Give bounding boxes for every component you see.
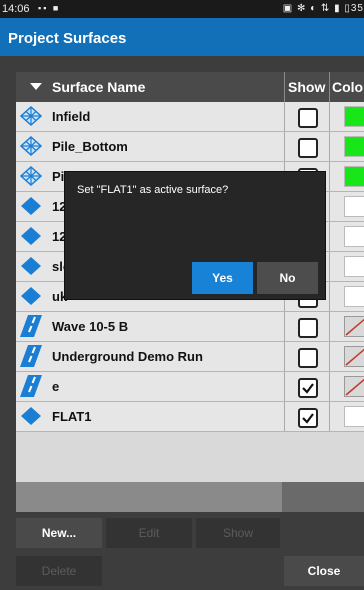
surface-name: Pile_Bottom	[52, 139, 128, 154]
color-swatch[interactable]	[344, 106, 364, 127]
solid-diamond-icon	[19, 255, 43, 277]
dialog-message: Set "FLAT1" as active surface?	[77, 184, 229, 196]
color-swatch[interactable]	[344, 346, 364, 367]
color-swatch[interactable]	[344, 256, 364, 277]
road-icon	[19, 315, 43, 337]
show-button[interactable]: Show	[196, 518, 280, 548]
color-swatch[interactable]	[344, 406, 364, 427]
road-icon	[19, 375, 43, 397]
surface-name: Wave 10-5 B	[52, 319, 129, 334]
status-bar: 14:06 ▪▪ ■ ▣ ✻ ◐ ⇅ ▮ ▯35	[0, 0, 364, 18]
show-checkbox[interactable]	[298, 108, 318, 128]
solid-diamond-icon	[19, 405, 43, 427]
column-header-show[interactable]: Show	[288, 72, 325, 102]
table-row[interactable]: Infield	[16, 102, 364, 132]
show-checkbox[interactable]	[298, 138, 318, 158]
column-divider	[284, 132, 285, 161]
column-divider	[284, 72, 285, 102]
column-divider	[284, 312, 285, 341]
surface-name: Infield	[52, 109, 91, 124]
table-header: Surface Name Show Colo	[16, 72, 364, 102]
horizontal-scrollbar[interactable]	[16, 482, 364, 512]
color-swatch[interactable]	[344, 166, 364, 187]
new-button[interactable]: New...	[16, 518, 102, 548]
surface-name: FLAT1	[52, 409, 92, 424]
column-divider	[329, 222, 330, 251]
confirm-dialog: Set "FLAT1" as active surface? Yes No	[64, 171, 326, 300]
column-divider	[329, 282, 330, 311]
table-row[interactable]: Wave 10-5 B	[16, 312, 364, 342]
solid-diamond-icon	[19, 225, 43, 247]
surface-name: Pi	[52, 169, 65, 184]
column-divider	[329, 342, 330, 371]
grid-diamond-icon	[19, 165, 43, 187]
no-button[interactable]: No	[257, 262, 318, 294]
table-row[interactable]: e	[16, 372, 364, 402]
close-button[interactable]: Close	[284, 556, 364, 586]
column-divider	[329, 72, 330, 102]
edit-button[interactable]: Edit	[106, 518, 192, 548]
table-row[interactable]: Underground Demo Run	[16, 342, 364, 372]
solid-diamond-icon	[19, 285, 43, 307]
color-swatch[interactable]	[344, 136, 364, 157]
color-swatch[interactable]	[344, 226, 364, 247]
app-header: Project Surfaces	[0, 18, 364, 56]
column-divider	[284, 102, 285, 131]
column-header-color[interactable]: Colo	[332, 72, 363, 102]
grid-diamond-icon	[19, 105, 43, 127]
column-divider	[329, 132, 330, 161]
column-divider	[329, 252, 330, 281]
column-divider	[284, 402, 285, 431]
page-title: Project Surfaces	[8, 30, 127, 47]
surface-name: e	[52, 379, 60, 394]
notification-icons: ▪▪ ■	[38, 3, 61, 13]
solid-diamond-icon	[19, 195, 43, 217]
show-checkbox[interactable]	[298, 378, 318, 398]
show-checkbox[interactable]	[298, 318, 318, 338]
grid-diamond-icon	[19, 135, 43, 157]
color-swatch[interactable]	[344, 316, 364, 337]
scrollbar-thumb[interactable]	[16, 482, 282, 512]
column-divider	[284, 372, 285, 401]
table-row[interactable]: FLAT1	[16, 402, 364, 432]
road-icon	[19, 345, 43, 367]
column-divider	[329, 312, 330, 341]
color-swatch[interactable]	[344, 376, 364, 397]
column-divider	[329, 162, 330, 191]
color-swatch[interactable]	[344, 196, 364, 217]
sort-caret-icon[interactable]	[30, 83, 42, 90]
delete-button[interactable]: Delete	[16, 556, 102, 586]
color-swatch[interactable]	[344, 286, 364, 307]
table-row[interactable]: Pile_Bottom	[16, 132, 364, 162]
column-header-surface-name[interactable]: Surface Name	[52, 72, 145, 102]
show-checkbox[interactable]	[298, 348, 318, 368]
column-divider	[329, 192, 330, 221]
system-icons: ▣ ✻ ◐ ⇅ ▮ ▯35	[282, 3, 364, 14]
show-checkbox[interactable]	[298, 408, 318, 428]
column-divider	[329, 402, 330, 431]
surface-name: Underground Demo Run	[52, 349, 203, 364]
status-time: 14:06	[2, 3, 30, 15]
column-divider	[329, 372, 330, 401]
yes-button[interactable]: Yes	[192, 262, 253, 294]
column-divider	[329, 102, 330, 131]
column-divider	[284, 342, 285, 371]
